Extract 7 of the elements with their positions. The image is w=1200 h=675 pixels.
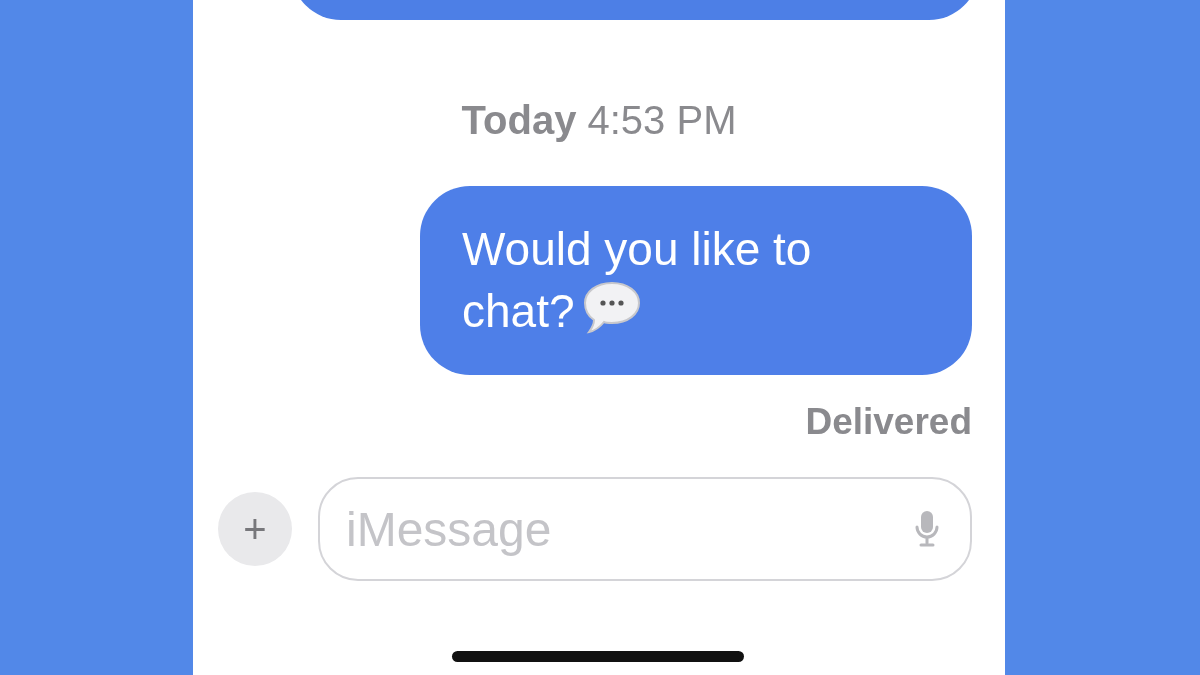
- message-bubble: Would you like to chat?: [420, 186, 972, 375]
- microphone-icon[interactable]: [914, 510, 940, 548]
- add-button[interactable]: +: [218, 492, 292, 566]
- home-indicator[interactable]: [452, 651, 744, 662]
- message-field[interactable]: iMessage: [318, 477, 972, 581]
- timestamp: Today 4:53 PM: [461, 98, 737, 143]
- delivery-status: Delivered: [805, 401, 972, 443]
